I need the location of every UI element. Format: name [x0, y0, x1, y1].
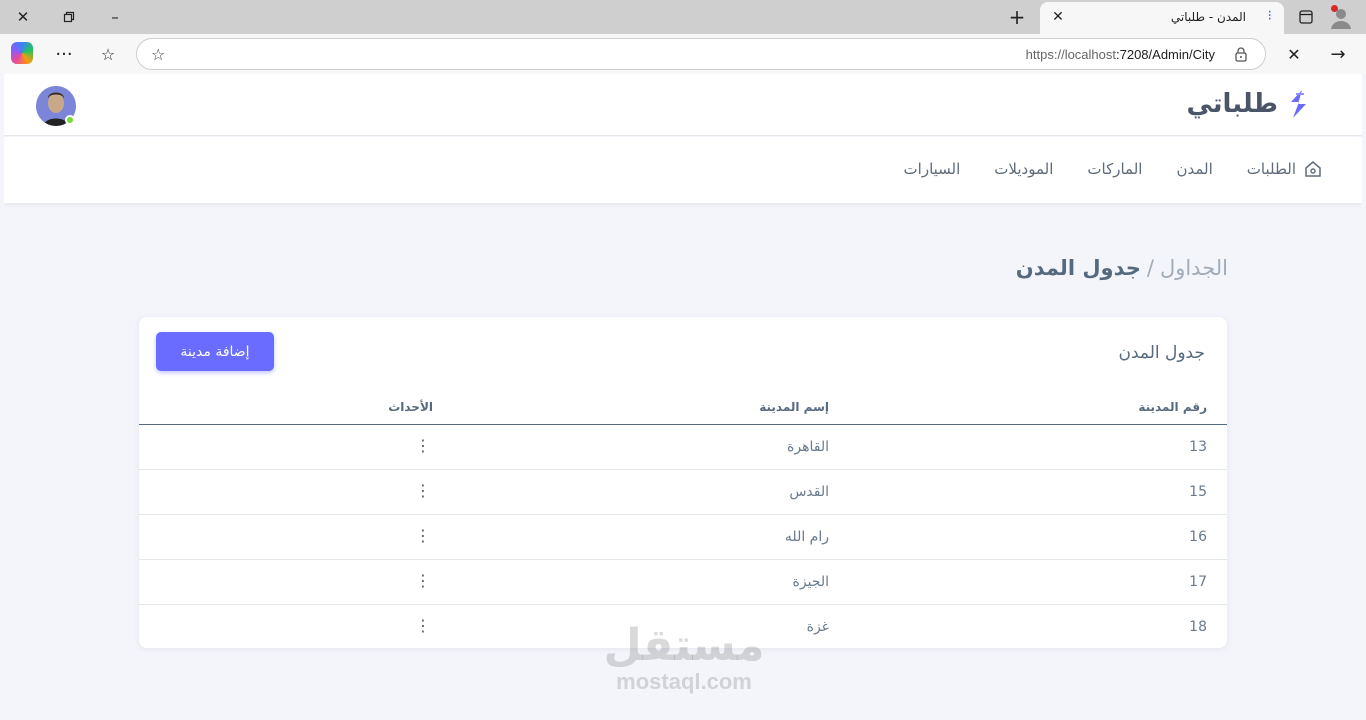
- window-restore-icon[interactable]: [54, 4, 84, 30]
- row-actions-menu-icon[interactable]: ⋮: [413, 528, 433, 544]
- table-row: 15 القدس ⋮: [139, 468, 1227, 514]
- menu-item-label: الموديلات: [994, 160, 1054, 178]
- city-id: 15: [839, 468, 1227, 514]
- menu-item-label: المدن: [1176, 160, 1213, 178]
- browser-address-bar: ··· ☆ ☆ https://localhost:7208/Admin/Cit…: [0, 34, 1366, 74]
- column-header-id: رقم المدينة: [839, 391, 1227, 425]
- copilot-icon[interactable]: [11, 42, 33, 64]
- lock-icon[interactable]: [1233, 46, 1249, 62]
- city-id: 17: [839, 558, 1227, 604]
- top-navbar: طلباتي: [4, 74, 1362, 136]
- tab-actions-icon[interactable]: [1291, 4, 1321, 30]
- breadcrumb-parent[interactable]: الجداول: [1160, 256, 1228, 280]
- city-name: القاهرة: [787, 438, 829, 455]
- row-actions-menu-icon[interactable]: ⋮: [413, 438, 433, 454]
- home-icon: [1305, 161, 1321, 177]
- browser-tab-active[interactable]: ✕ المدن - طلباتي ⁝: [1040, 2, 1284, 34]
- menu-item-models[interactable]: الموديلات: [994, 160, 1053, 178]
- more-options-icon[interactable]: ···: [49, 40, 79, 68]
- breadcrumb-current: جدول المدن: [1015, 256, 1141, 280]
- table-row: 17 الجيزة ⋮: [139, 558, 1227, 604]
- url-input[interactable]: ☆ https://localhost:7208/Admin/City: [136, 38, 1266, 70]
- new-tab-plus-icon[interactable]: +: [1002, 4, 1032, 30]
- watermark-arabic: مستقل: [603, 620, 765, 671]
- forward-arrow-icon[interactable]: →: [1323, 40, 1353, 68]
- window-minimize-icon[interactable]: –: [100, 4, 130, 30]
- bookmark-star-icon[interactable]: ☆: [151, 45, 165, 64]
- column-header-name: إسم المدينة: [443, 391, 839, 425]
- menu-item-brands[interactable]: الماركات: [1087, 160, 1142, 178]
- window-close-icon[interactable]: ✕: [8, 4, 38, 30]
- stop-icon[interactable]: ✕: [1279, 40, 1309, 68]
- tab-close-icon[interactable]: ✕: [1046, 5, 1070, 29]
- tab-loading-icon: ⁝: [1267, 8, 1272, 24]
- add-city-button[interactable]: إضافة مدينة: [156, 332, 274, 371]
- city-name: رام الله: [443, 513, 839, 559]
- menu-item-cars[interactable]: السيارات: [904, 160, 961, 178]
- url-text: https://localhost:7208/Admin/City: [1026, 47, 1215, 62]
- brand-logo-icon: [1291, 90, 1306, 118]
- notification-dot: [1331, 5, 1338, 12]
- menu-item-label: الطلبات: [1246, 160, 1296, 178]
- city-name: القدس: [443, 468, 839, 514]
- browser-tab-bar: ✕ – + ✕ المدن - طلباتي ⁝: [0, 0, 1366, 34]
- city-name: الجيزة: [443, 558, 839, 604]
- watermark-latin: mostaql.com: [616, 669, 752, 694]
- online-status-dot: [65, 115, 75, 125]
- city-id: 16: [839, 513, 1227, 559]
- card-title: جدول المدن: [1118, 343, 1205, 363]
- brand[interactable]: طلباتي: [1186, 88, 1310, 120]
- breadcrumb: الجداول/جدول المدن: [1016, 256, 1228, 280]
- menu-item-label: السيارات: [903, 160, 961, 178]
- url-path: :7208/Admin/City: [1116, 47, 1215, 62]
- breadcrumb-separator: /: [1146, 256, 1154, 280]
- table-row: 16 رام الله ⋮: [139, 513, 1227, 559]
- row-actions-menu-icon[interactable]: ⋮: [413, 618, 433, 634]
- menu-item-label: الماركات: [1087, 160, 1143, 178]
- menu-item-orders[interactable]: الطلبات: [1247, 160, 1322, 178]
- url-host: https://localhost: [1025, 47, 1116, 62]
- city-id: 18: [839, 603, 1227, 649]
- watermark: مستقل mostaql.com: [596, 622, 772, 694]
- menu-item-cities[interactable]: المدن: [1176, 160, 1212, 178]
- tab-title: المدن - طلباتي: [1170, 10, 1246, 24]
- city-id: 13: [1189, 438, 1207, 455]
- main-menu: الطلبات المدن الماركات الموديلات السيارا…: [4, 137, 1362, 203]
- row-actions-menu-icon[interactable]: ⋮: [413, 483, 433, 499]
- column-header-actions: الأحداث: [139, 391, 443, 425]
- brand-name: طلباتي: [1186, 89, 1278, 119]
- table-header-row: رقم المدينة إسم المدينة الأحداث: [139, 391, 1227, 425]
- cities-card: جدول المدن إضافة مدينة رقم المدينة إسم ا…: [139, 317, 1227, 649]
- row-actions-menu-icon[interactable]: ⋮: [413, 573, 433, 589]
- favorites-icon[interactable]: ☆: [93, 40, 123, 68]
- table-row: 13 القاهرة ⋮: [139, 424, 1227, 469]
- cities-table: رقم المدينة إسم المدينة الأحداث 13 القاه…: [139, 391, 1227, 649]
